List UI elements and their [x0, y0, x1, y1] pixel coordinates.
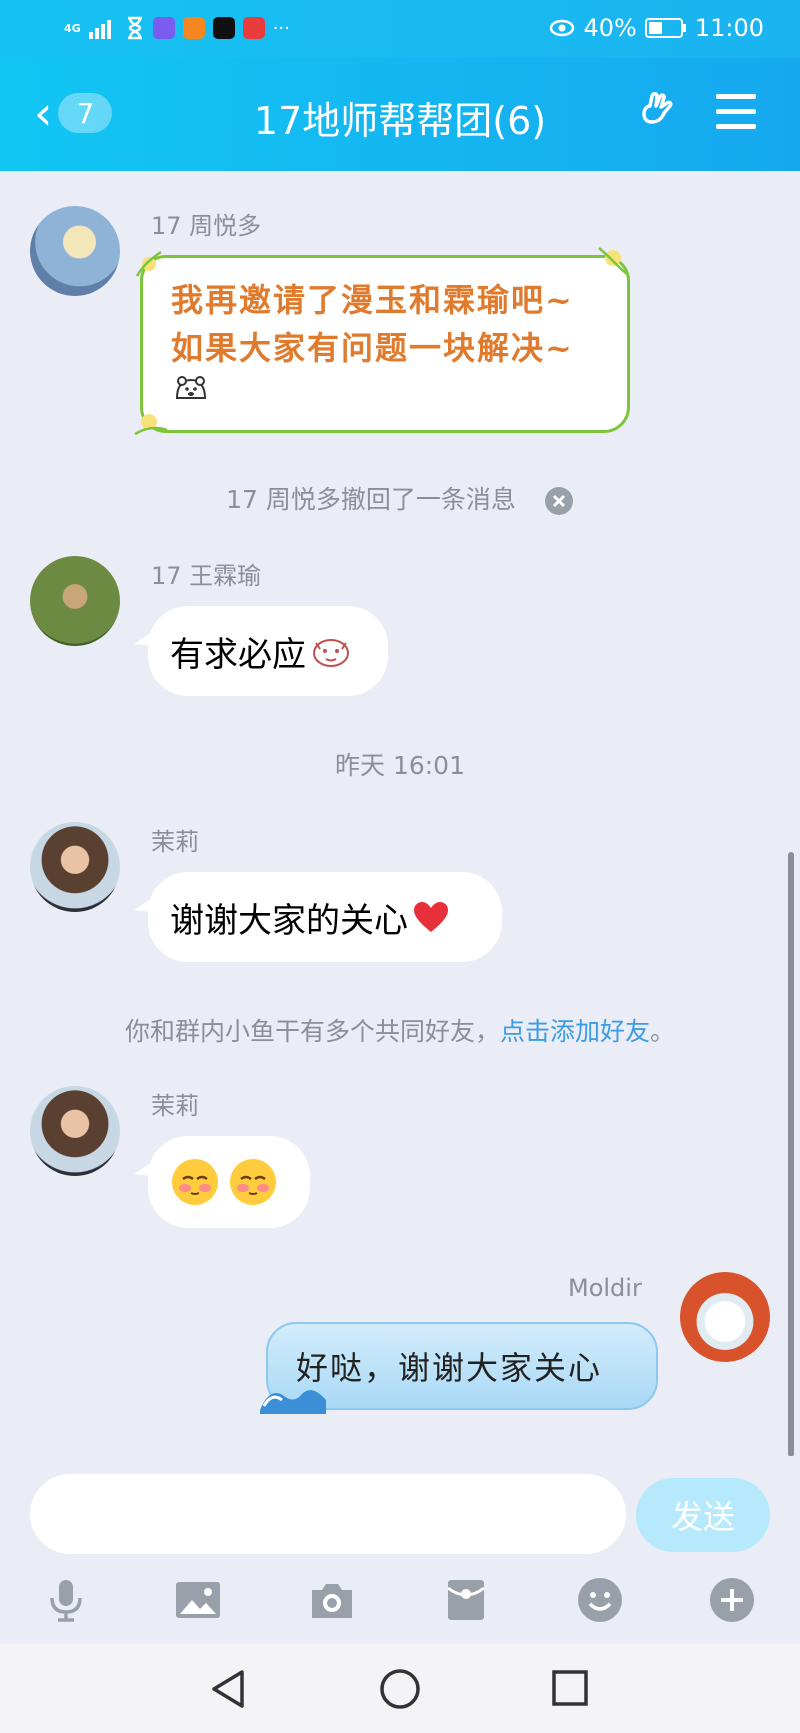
card-text: 我再邀请了漫玉和霖瑜吧~ 如果大家有问题一块解决~ [171, 281, 574, 367]
recall-notice: 17 周悦多撤回了一条消息 [0, 480, 800, 516]
cat-sticker-icon [313, 639, 349, 667]
sender-name: 17 周悦多 [151, 212, 262, 240]
timestamp: 昨天 16:01 [335, 751, 465, 780]
avatar[interactable] [30, 556, 120, 646]
back-triangle-icon[interactable] [208, 1668, 248, 1710]
battery-percent: 40% [583, 14, 637, 42]
signal-icon [88, 20, 111, 39]
close-icon[interactable] [544, 486, 574, 516]
video-app-icon [182, 17, 205, 39]
hand-gesture-icon[interactable] [636, 92, 680, 136]
message-bubble[interactable]: 有求必应 [134, 606, 388, 696]
status-icons-right: 40% 11:00 [549, 14, 764, 42]
camera-icon[interactable] [308, 1576, 356, 1624]
flower-decoration-icon [134, 414, 168, 436]
avatar[interactable] [30, 206, 120, 296]
network-indicator: 4G [64, 21, 81, 35]
message-card[interactable]: 我再邀请了漫玉和霖瑜吧~ 如果大家有问题一块解决~ [134, 247, 630, 436]
microphone-icon[interactable] [42, 1576, 90, 1624]
send-button[interactable]: 发送 [636, 1478, 770, 1552]
sender-name: 茉莉 [151, 828, 199, 856]
plus-icon[interactable] [708, 1576, 756, 1624]
chat-header: ‹ 7 17地师帮帮团(6) [0, 58, 800, 171]
sender-name: 茉莉 [151, 1092, 199, 1120]
red-packet-icon[interactable] [442, 1576, 490, 1624]
message-bubble[interactable] [134, 1136, 310, 1228]
avatar[interactable] [30, 822, 120, 912]
menu-icon[interactable] [716, 94, 756, 132]
image-icon[interactable] [174, 1576, 222, 1624]
tiktok-icon [212, 17, 235, 39]
add-friend-link[interactable]: 点击添加好友 [500, 1017, 650, 1046]
bear-sticker-icon [175, 376, 207, 399]
page-title: 17地师帮帮团(6) [253, 99, 547, 143]
scrollbar[interactable] [788, 852, 794, 1457]
sender-name: Moldir [568, 1274, 642, 1302]
system-nav-bar [0, 1644, 800, 1733]
message-bubble[interactable]: 好哒，谢谢大家关心 [260, 1322, 658, 1414]
flower-decoration-icon [598, 247, 628, 275]
avatar[interactable] [680, 1272, 770, 1362]
emoji-icon[interactable] [576, 1576, 624, 1624]
avatar[interactable] [30, 1086, 120, 1176]
home-circle-icon[interactable] [379, 1668, 421, 1710]
music-app-icon [152, 17, 175, 39]
recents-square-icon[interactable] [550, 1668, 590, 1708]
blush-emoji-icon [230, 1159, 276, 1205]
hourglass-icon [127, 16, 142, 40]
message-input[interactable] [30, 1474, 626, 1554]
message-text: 有求必应 [170, 634, 306, 675]
add-friend-notice: 你和群内小鱼干有多个共同好友，点击添加好友。 [124, 1017, 676, 1046]
status-icons-left: 4G ··· [64, 16, 290, 40]
composer: 发送 [0, 1456, 800, 1644]
more-notifications: ··· [272, 17, 290, 39]
blush-emoji-icon [172, 1159, 218, 1205]
book-app-icon [242, 17, 265, 39]
message-text: 谢谢大家的关心 [170, 900, 408, 941]
status-bar: 4G ··· 40% 11:00 [0, 0, 800, 58]
wave-decoration-icon [260, 1390, 326, 1414]
sender-name: 17 王霖瑜 [151, 562, 262, 590]
message-bubble[interactable]: 谢谢大家的关心 [134, 872, 502, 962]
message-text: 好哒，谢谢大家关心 [296, 1349, 603, 1387]
battery-icon [644, 18, 686, 38]
heart-icon [414, 902, 448, 932]
flower-decoration-icon [135, 250, 162, 277]
clock: 11:00 [694, 14, 764, 42]
eye-comfort-icon [550, 19, 575, 37]
